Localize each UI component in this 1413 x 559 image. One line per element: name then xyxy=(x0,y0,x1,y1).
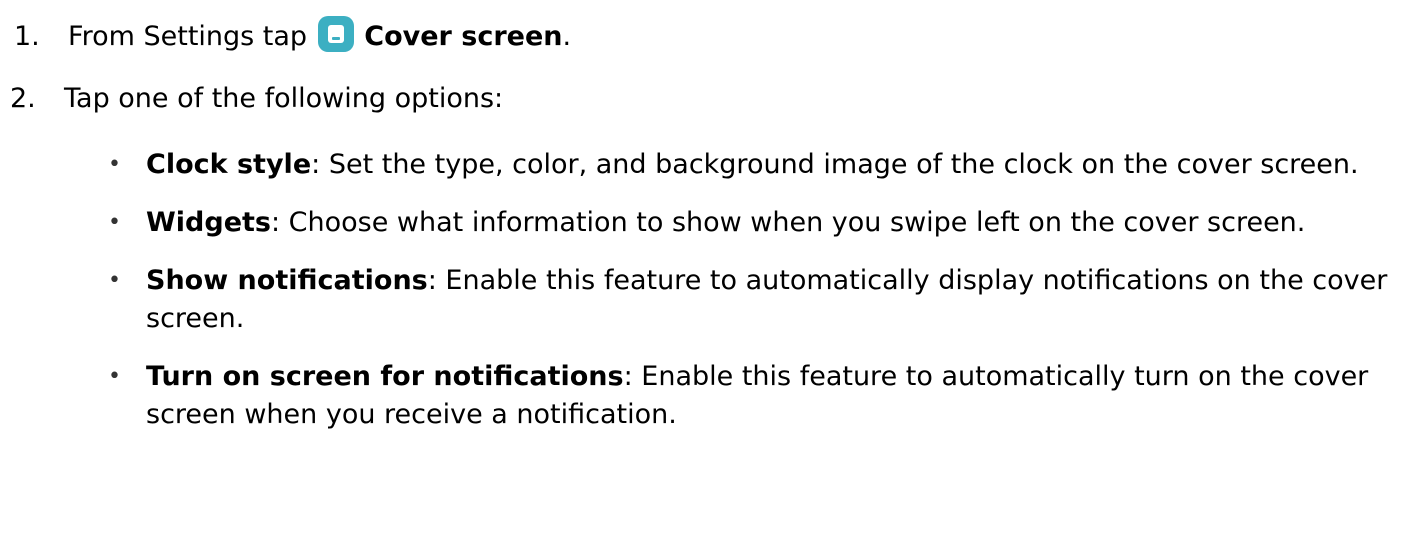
list-item-show-notifications: • Show notifications: Enable this feature… xyxy=(108,262,1403,338)
bullet-icon: • xyxy=(108,210,121,235)
option-term: Show notifications xyxy=(146,265,428,296)
bullet-icon: • xyxy=(108,152,121,177)
instructions-document: 1. From Settings tap Cover screen. 2. Tap … xyxy=(0,0,1413,559)
option-term: Turn on screen for notifications xyxy=(146,361,624,392)
list-item-widgets: • Widgets: Choose what information to sho… xyxy=(108,204,1403,242)
bullet-icon: • xyxy=(108,364,121,389)
step-text: Tap one of the following options: xyxy=(64,83,504,114)
step-number: 1. xyxy=(14,21,40,52)
bullet-icon: • xyxy=(108,268,121,293)
list-item-clock-style: • Clock style: Set the type, color, and b… xyxy=(108,146,1403,184)
option-description: Choose what information to show when you… xyxy=(288,207,1306,238)
list-item-turn-on-screen: • Turn on screen for notifications: Enabl… xyxy=(108,358,1403,434)
step-period: . xyxy=(562,21,572,52)
option-description: Set the type, color, and background imag… xyxy=(328,149,1359,180)
cover-screen-settings-icon xyxy=(317,16,354,52)
step-2: 2. Tap one of the following options: xyxy=(10,82,503,116)
cover-screen-setting-label: Cover screen xyxy=(364,21,563,52)
step-number: 2. xyxy=(10,83,36,114)
options-list: • Clock style: Set the type, color, and b… xyxy=(108,146,1403,454)
step-1: 1. From Settings tap Cover screen. xyxy=(14,16,571,54)
phone-glyph-icon xyxy=(327,25,344,43)
option-term: Widgets xyxy=(146,207,271,238)
step-text: From Settings tap xyxy=(68,21,308,52)
option-term: Clock style xyxy=(146,149,312,180)
